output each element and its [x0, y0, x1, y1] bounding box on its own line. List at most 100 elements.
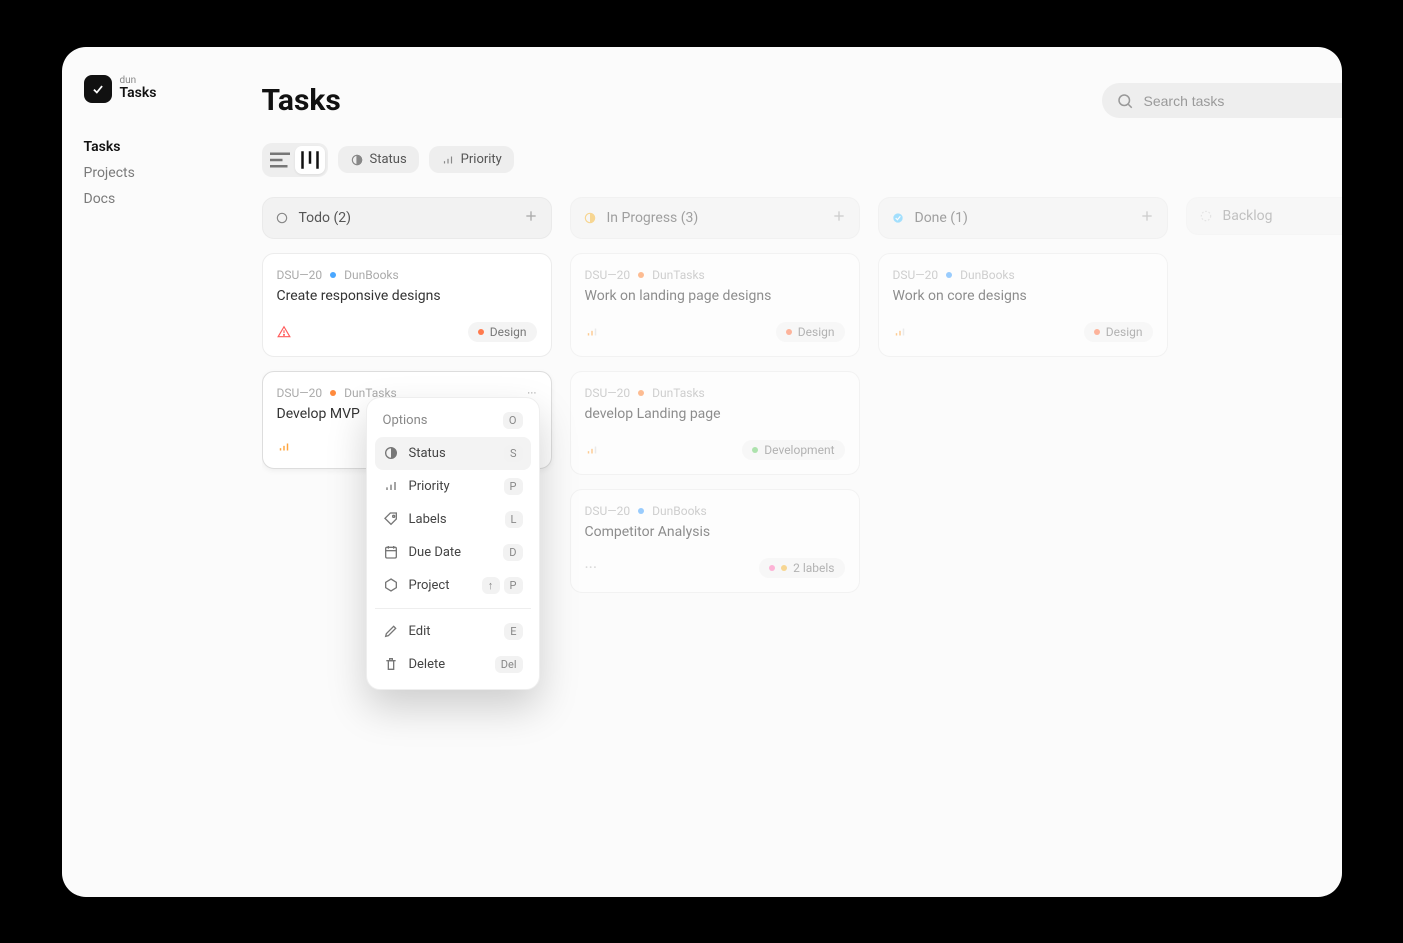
sidebar-nav: Tasks Projects Docs [84, 139, 240, 207]
task-card[interactable]: DSU—20 DunTasks Work on landing page des… [570, 253, 860, 357]
shortcut-key: E [504, 623, 522, 640]
menu-separator [375, 608, 531, 609]
search-input[interactable] [1144, 93, 1334, 109]
project-dot-icon [638, 508, 644, 514]
alert-triangle-icon [277, 325, 291, 339]
shortcut-key: L [505, 511, 523, 528]
priority-bars-icon [277, 440, 291, 454]
task-id: DSU—20 [277, 386, 323, 400]
circle-icon [275, 211, 289, 225]
column-header: Todo (2) [262, 197, 552, 239]
project-name: DunTasks [652, 386, 705, 400]
project-dot-icon [638, 390, 644, 396]
task-tag[interactable]: Development [742, 440, 844, 460]
menu-item-status[interactable]: Status S [375, 437, 531, 470]
task-tag[interactable]: Design [776, 322, 845, 342]
task-card[interactable]: DSU—20 DunBooks Competitor Analysis ··· … [570, 489, 860, 593]
column-title: Done (1) [915, 210, 1129, 226]
shortcut-key: S [504, 445, 523, 462]
view-board-button[interactable] [295, 146, 325, 174]
task-id: DSU—20 [893, 268, 939, 282]
task-tag[interactable]: 2 labels [759, 558, 844, 578]
priority-bars-icon [893, 325, 907, 339]
task-title: Create responsive designs [277, 288, 537, 304]
task-card[interactable]: DSU—20 DunBooks Create responsive design… [262, 253, 552, 357]
priority-bars-icon [585, 325, 599, 339]
project-dot-icon [638, 272, 644, 278]
logo-badge-icon [84, 75, 112, 103]
main-panel: Tasks ⌘ K [262, 47, 1342, 897]
tag-icon [383, 511, 399, 527]
project-name: DunTasks [652, 268, 705, 282]
half-circle-icon [350, 153, 364, 167]
app-window: dun Tasks Tasks Projects Docs Tasks ⌘ K [62, 47, 1342, 897]
context-menu: Options O Status S Priority P Labels L D… [366, 397, 540, 690]
half-circle-icon [383, 445, 399, 461]
app-logo: dun Tasks [84, 75, 240, 103]
project-name: DunBooks [960, 268, 1015, 282]
task-id: DSU—20 [585, 504, 631, 518]
task-title: Work on landing page designs [585, 288, 845, 304]
half-circle-icon [583, 211, 597, 225]
search-box[interactable]: ⌘ K [1102, 83, 1342, 118]
filters-bar: Status Priority [262, 143, 1342, 197]
shortcut-key: O [503, 412, 523, 429]
filter-priority[interactable]: Priority [429, 146, 514, 173]
nav-item-tasks[interactable]: Tasks [84, 139, 240, 155]
board-wrap: Todo (2) DSU—20 DunBooks Create responsi… [262, 197, 1342, 897]
task-id: DSU—20 [277, 268, 323, 282]
shortcut-key: Del [495, 656, 523, 673]
project-name: DunBooks [652, 504, 707, 518]
task-title: Competitor Analysis [585, 524, 845, 540]
logo-name: Tasks [120, 86, 157, 101]
filter-status[interactable]: Status [338, 146, 419, 173]
plus-icon [1139, 208, 1155, 224]
menu-item-project[interactable]: Project ↑ P [375, 569, 531, 602]
shortcut-key: ↑ [482, 577, 500, 594]
page-title: Tasks [262, 83, 1086, 118]
menu-item-labels[interactable]: Labels L [375, 503, 531, 536]
board-icon [295, 145, 325, 175]
column-title: In Progress (3) [607, 210, 821, 226]
task-card[interactable]: DSU—20 DunTasks develop Landing page Dev… [570, 371, 860, 475]
menu-item-duedate[interactable]: Due Date D [375, 536, 531, 569]
shortcut-key: D [503, 544, 522, 561]
list-icon [265, 145, 295, 175]
dashed-circle-icon [1199, 209, 1213, 223]
plus-icon [831, 208, 847, 224]
column-done: Done (1) DSU—20 DunBooks Work on core de… [878, 197, 1168, 607]
bars-icon [383, 478, 399, 494]
menu-item-edit[interactable]: Edit E [375, 615, 531, 648]
calendar-icon [383, 544, 399, 560]
task-id: DSU—20 [585, 268, 631, 282]
view-list-button[interactable] [265, 146, 295, 174]
nav-item-docs[interactable]: Docs [84, 191, 240, 207]
column-add-button[interactable] [523, 208, 539, 228]
project-dot-icon [330, 390, 336, 396]
task-tag[interactable]: Design [1084, 322, 1153, 342]
task-tag[interactable]: Design [468, 322, 537, 342]
menu-item-delete[interactable]: Delete Del [375, 648, 531, 681]
topbar: Tasks ⌘ K [262, 83, 1342, 143]
column-title: Todo (2) [299, 210, 513, 226]
plus-icon [523, 208, 539, 224]
shortcut-key: P [504, 577, 523, 594]
project-dot-icon [330, 272, 336, 278]
column-add-button[interactable] [831, 208, 847, 228]
hexagon-icon [383, 577, 399, 593]
menu-header: Options O [375, 406, 531, 437]
trash-icon [383, 656, 399, 672]
column-add-button[interactable] [1139, 208, 1155, 228]
menu-item-priority[interactable]: Priority P [375, 470, 531, 503]
project-name: DunBooks [344, 268, 399, 282]
search-icon [1116, 92, 1134, 110]
column-header: Backlog [1186, 197, 1342, 235]
check-circle-icon [891, 211, 905, 225]
pencil-icon [383, 623, 399, 639]
column-header: In Progress (3) [570, 197, 860, 239]
column-inprogress: In Progress (3) DSU—20 DunTasks Work on … [570, 197, 860, 607]
column-header: Done (1) [878, 197, 1168, 239]
nav-item-projects[interactable]: Projects [84, 165, 240, 181]
task-card[interactable]: DSU—20 DunBooks Work on core designs Des… [878, 253, 1168, 357]
priority-bars-icon [585, 443, 599, 457]
